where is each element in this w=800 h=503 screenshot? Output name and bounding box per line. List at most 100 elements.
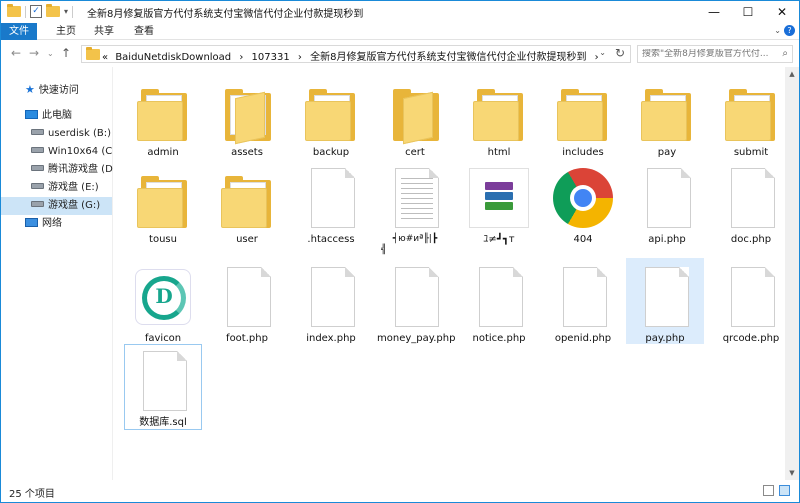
item-label: notice.php [472, 333, 526, 344]
folder-item-backup[interactable]: backup [293, 75, 369, 161]
folder-item-admin[interactable]: admin [125, 75, 201, 161]
breadcrumb-separator[interactable]: › [239, 52, 243, 63]
search-icon[interactable]: ⌕ [782, 48, 788, 59]
file-item-money-pay-php[interactable]: money_pay.php [377, 261, 455, 347]
maximize-button[interactable]: ☐ [731, 1, 765, 23]
recent-locations-icon[interactable]: ⌄ [47, 49, 54, 58]
sidebar-item-this-pc[interactable]: 此电脑 [1, 107, 112, 125]
file-icon [133, 351, 193, 411]
file-item-pay-php[interactable]: pay.php [626, 258, 704, 344]
sidebar-item-drive-g[interactable]: 游戏盘 (G:) [1, 197, 112, 215]
scroll-down-icon[interactable]: ▼ [785, 466, 799, 480]
folder-icon [217, 168, 277, 228]
breadcrumb[interactable]: « BaiduNetdiskDownload › 107331 › 全新8月修复… [102, 48, 604, 63]
sidebar-item-drive-c[interactable]: Win10x64 (C:) [1, 143, 119, 161]
file-item-api-php[interactable]: api.php [629, 162, 705, 248]
favicon-image-icon: D [133, 267, 193, 327]
tab-home[interactable]: 主页 [51, 23, 81, 40]
folder-item-includes[interactable]: includes [545, 75, 621, 161]
breadcrumb-separator[interactable]: › [595, 52, 599, 63]
quick-access-toolbar: ✓ ▾ [7, 4, 74, 18]
file-item-openid-php[interactable]: openid.php [545, 261, 621, 347]
file-item-foot-php[interactable]: foot.php [209, 261, 285, 347]
breadcrumb-item[interactable]: 107331 [252, 52, 290, 63]
drive-icon [31, 183, 44, 189]
file-item-qrcode-php[interactable]: qrcode.php [713, 261, 785, 347]
properties-icon[interactable]: ✓ [30, 5, 42, 18]
drive-icon [31, 165, 44, 171]
close-button[interactable]: ✕ [765, 1, 799, 23]
sidebar-item-label: 游戏盘 (G:) [48, 200, 101, 211]
search-input[interactable] [642, 49, 772, 59]
folder-icon [7, 4, 21, 17]
item-label: .htaccess [307, 234, 355, 245]
item-label: doc.php [730, 234, 772, 245]
breadcrumb-item[interactable]: 全新8月修复版官方代付系统支付宝微信代付企业付款提现秒到 [310, 52, 586, 63]
sidebar-item-label: 此电脑 [42, 110, 72, 121]
file-icon [301, 168, 361, 228]
scroll-up-icon[interactable]: ▲ [785, 67, 799, 81]
sidebar-item-drive-b[interactable]: userdisk (B:) [1, 125, 112, 143]
item-label: pay [657, 147, 677, 158]
search-box[interactable]: ⌕ [637, 45, 793, 63]
minimize-button[interactable]: — [697, 1, 731, 23]
file-item-index-php[interactable]: index.php [293, 261, 369, 347]
item-label: ﾕ≠┛┓т [483, 234, 515, 245]
file-item-doc-php[interactable]: doc.php [713, 162, 785, 248]
folder-item-html[interactable]: html [461, 75, 537, 161]
forward-arrow-icon[interactable]: → [29, 46, 39, 60]
customize-toolbar-icon[interactable]: ▾ [64, 7, 68, 16]
tab-file[interactable]: 文件 [1, 23, 37, 40]
file-icon [217, 267, 277, 327]
item-label: backup [312, 147, 350, 158]
file-icon [553, 267, 613, 327]
sidebar-item-label: 腾讯游戏盘 (D:) [48, 164, 121, 175]
file-item-htaccess[interactable]: .htaccess [293, 162, 369, 248]
file-item-404[interactable]: 404 [545, 162, 621, 248]
sidebar-item-label: 快速访问 [38, 85, 79, 96]
breadcrumb-item[interactable]: BaiduNetdiskDownload [115, 52, 231, 63]
item-label: api.php [648, 234, 686, 245]
help-icon[interactable]: ? [784, 25, 795, 36]
computer-icon [25, 109, 38, 119]
tab-view[interactable]: 查看 [129, 23, 159, 40]
address-dropdown-icon[interactable]: ⌄ [599, 48, 606, 57]
new-folder-icon[interactable] [46, 4, 60, 17]
refresh-icon[interactable]: ↻ [615, 46, 625, 60]
breadcrumb-overflow[interactable]: « [102, 52, 108, 63]
file-icon [385, 267, 445, 327]
sidebar-item-drive-e[interactable]: 游戏盘 (E:) [1, 179, 112, 197]
file-icon [637, 168, 697, 228]
folder-item-pay[interactable]: pay [629, 75, 705, 161]
item-label: pay.php [645, 333, 685, 344]
title-bar: ✓ ▾ 全新8月修复版官方代付系统支付宝微信代付企业付款提现秒到 — ☐ ✕ [1, 1, 799, 23]
address-bar[interactable]: « BaiduNetdiskDownload › 107331 › 全新8月修复… [81, 45, 631, 63]
back-arrow-icon[interactable]: ← [11, 46, 21, 60]
tab-share[interactable]: 共享 [89, 23, 119, 40]
folder-item-cert[interactable]: cert [377, 75, 453, 161]
folder-item-assets[interactable]: assets [209, 75, 285, 161]
up-arrow-icon[interactable]: ↑ [61, 46, 71, 60]
file-item-text-document[interactable]: ┥ю#иª╟|┣ ╣ [377, 162, 453, 255]
folder-item-submit[interactable]: submit [713, 75, 785, 161]
sidebar-item-quick-access[interactable]: ★ 快速访问 [1, 81, 112, 99]
file-item-archive[interactable]: ﾕ≠┛┓т [461, 162, 537, 248]
item-label: admin [147, 147, 179, 158]
large-icons-view-icon[interactable] [779, 485, 790, 496]
item-label: user [236, 234, 258, 245]
vertical-scrollbar[interactable]: ▲ ▼ [785, 67, 799, 480]
folder-item-user[interactable]: user [209, 162, 285, 248]
details-view-icon[interactable] [763, 485, 774, 496]
breadcrumb-separator[interactable]: › [298, 52, 302, 63]
sidebar-item-network[interactable]: 网络 [1, 215, 112, 233]
folder-item-tousu[interactable]: tousu [125, 162, 201, 248]
file-item-notice-php[interactable]: notice.php [461, 261, 537, 347]
sidebar-item-label: 网络 [42, 218, 62, 229]
item-label: includes [562, 147, 604, 158]
file-item-favicon[interactable]: D favicon [125, 261, 201, 347]
expand-ribbon-icon[interactable]: ⌄ [774, 26, 781, 35]
file-item-database-sql[interactable]: 数据库.sql [124, 344, 202, 430]
window-title: 全新8月修复版官方代付系统支付宝微信代付企业付款提现秒到 [87, 9, 364, 20]
folder-icon [637, 81, 697, 141]
sidebar-item-drive-d[interactable]: 腾讯游戏盘 (D:) [1, 161, 120, 179]
